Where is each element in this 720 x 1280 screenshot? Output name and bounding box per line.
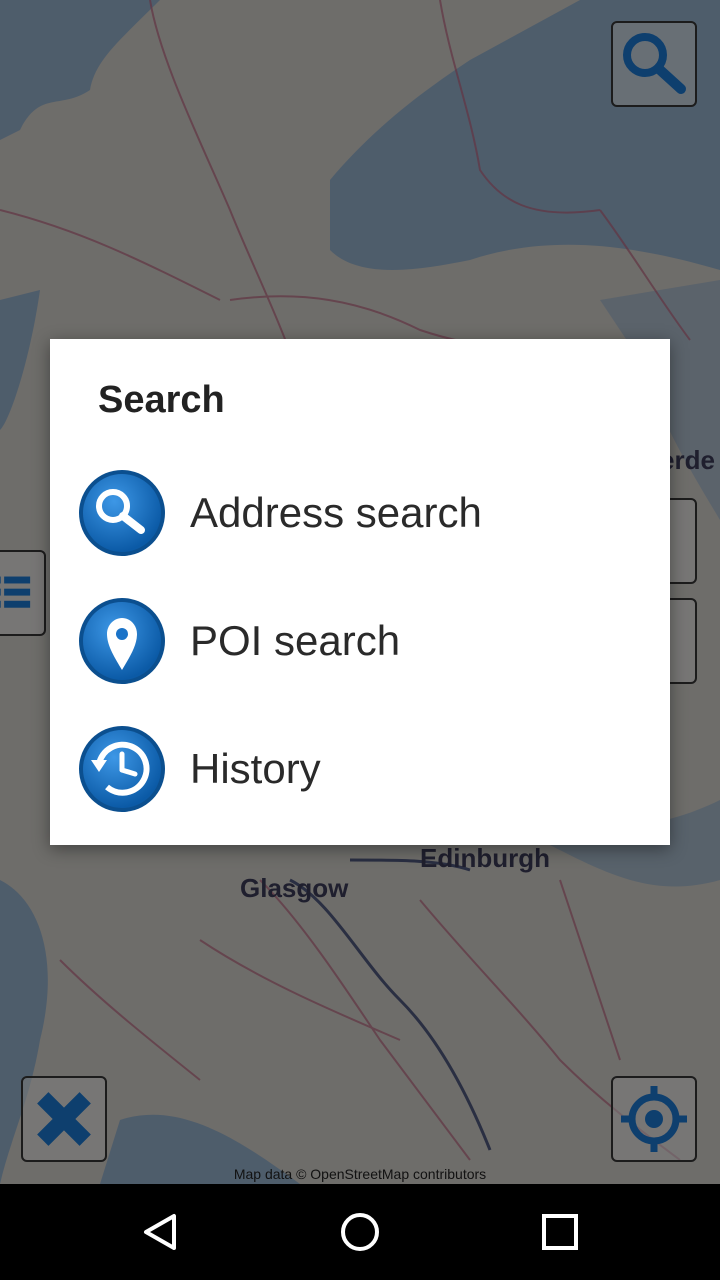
menu-item-history[interactable]: History	[50, 701, 670, 829]
menu-item-address-search[interactable]: Address search	[50, 445, 670, 573]
menu-item-label: Address search	[190, 489, 482, 536]
dialog-title: Search	[98, 379, 225, 421]
system-navigation-bar	[0, 1184, 720, 1280]
back-triangle-icon[interactable]	[130, 1204, 190, 1260]
menu-item-label: POI search	[190, 617, 401, 664]
menu-item-poi-search[interactable]: POI search	[50, 573, 670, 701]
search-dialog: Search Address search POI search History	[50, 339, 670, 845]
recents-square-icon[interactable]	[530, 1204, 590, 1260]
home-circle-icon[interactable]	[330, 1204, 390, 1260]
menu-item-label: History	[190, 745, 321, 792]
history-clock-icon	[79, 726, 165, 812]
location-pin-icon	[79, 598, 165, 684]
magnifier-icon	[79, 470, 165, 556]
